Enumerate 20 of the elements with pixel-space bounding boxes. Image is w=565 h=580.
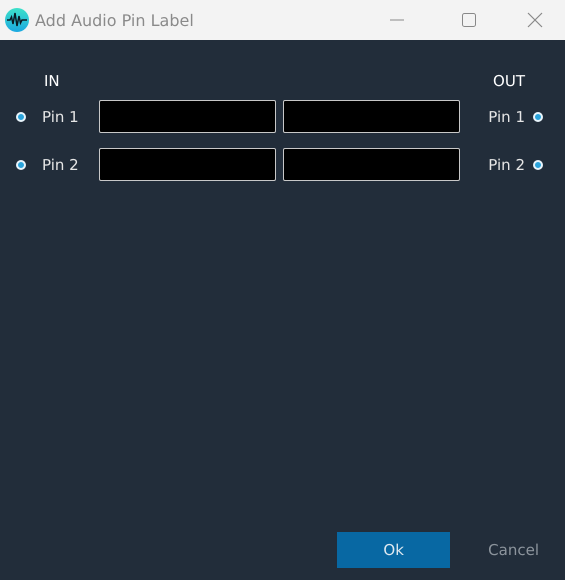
cancel-button[interactable]: Cancel: [480, 532, 547, 568]
pin-dot: [533, 112, 543, 122]
pin-dot: [16, 160, 26, 170]
column-header: IN: [43, 72, 61, 90]
maximize-icon[interactable]: [462, 13, 476, 27]
column-header: OUT: [492, 72, 525, 90]
label-input[interactable]: [283, 148, 460, 181]
label-input[interactable]: [283, 100, 460, 133]
label-input[interactable]: [99, 148, 276, 181]
pin-label: Pin 1: [41, 108, 80, 126]
window-title: Add Audio Pin Label: [35, 10, 194, 30]
close-icon[interactable]: [527, 12, 543, 28]
pin-dot: [533, 160, 543, 170]
ok-button[interactable]: Ok: [337, 532, 450, 568]
pin-dot: [16, 112, 26, 122]
label-input[interactable]: [99, 100, 276, 133]
pin-label: Pin 1: [487, 108, 525, 126]
waveform-icon: [5, 8, 29, 32]
pin-label: Pin 2: [487, 156, 525, 174]
pin-label: Pin 2: [41, 156, 80, 174]
